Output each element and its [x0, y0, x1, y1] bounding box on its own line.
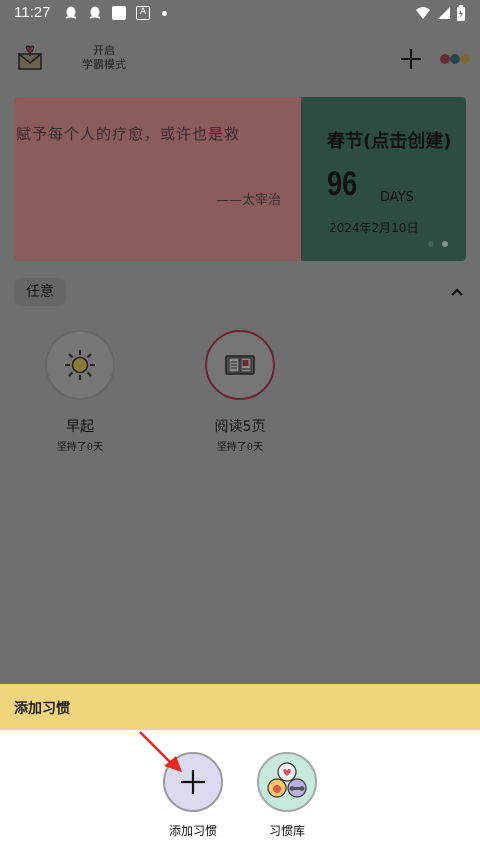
more-dot-red-icon: [440, 54, 450, 64]
signal-icon: [438, 7, 450, 19]
habit-item-early-rise[interactable]: 早起 坚持了0天: [20, 330, 140, 453]
habit-library-icon: [267, 762, 307, 798]
quote-text: 赋予每个人的疗愈，或许也是救: [16, 125, 241, 143]
qq-icon: [65, 6, 77, 19]
battery-icon: [457, 5, 465, 21]
more-notifications-dot-icon: [162, 11, 167, 16]
habit-streak: 坚持了0天: [216, 442, 264, 453]
pointer-arrow-icon: [139, 731, 182, 772]
keyboard-notification-icon: A: [136, 6, 150, 20]
habit-library-button[interactable]: [257, 752, 317, 812]
more-dot-blue-icon: [450, 54, 460, 64]
sun-icon: [65, 350, 95, 380]
book-icon: [225, 355, 255, 375]
study-mode-toggle[interactable]: 开启 学霸模式: [78, 44, 130, 72]
status-time: 11:27: [14, 4, 51, 21]
chevron-up-icon[interactable]: [449, 284, 465, 300]
habit-library-option[interactable]: 习惯库: [242, 752, 332, 839]
habit-streak: 坚持了0天: [56, 442, 104, 453]
habit-item-read[interactable]: 阅读5页 坚持了0天: [180, 330, 300, 453]
countdown-unit: DAYS: [380, 190, 414, 205]
app-notification-icon: [112, 6, 126, 20]
bottom-sheet-header: 添加习惯: [0, 684, 480, 730]
countdown-title: 春节(点击创建): [327, 131, 452, 152]
wifi-icon: [416, 7, 430, 19]
quote-author: ——太宰治: [215, 193, 281, 208]
countdown-days: 96: [327, 165, 358, 203]
habit-name: 阅读5页: [214, 419, 266, 435]
bottom-sheet-title: 添加习惯: [14, 701, 70, 717]
qq-icon: [89, 6, 101, 19]
habit-icon-button[interactable]: [45, 330, 115, 400]
add-icon[interactable]: [398, 46, 424, 72]
habit-filter-chip[interactable]: 任意: [14, 278, 66, 306]
more-options-button[interactable]: [440, 52, 470, 66]
envelope-heart-logo-icon: [18, 45, 42, 70]
countdown-card[interactable]: 春节(点击创建) 96 DAYS 2024年2月10日: [301, 97, 466, 261]
pager-dot-active: [442, 241, 448, 247]
quote-card: 赋予每个人的疗愈，或许也是救 ——太宰治: [14, 97, 301, 261]
bottom-sheet: 添加习惯 习惯库: [0, 730, 480, 855]
pager-dot: [428, 241, 434, 247]
habit-icon-button[interactable]: [205, 330, 275, 400]
habit-name: 早起: [66, 419, 94, 435]
habit-library-label: 习惯库: [268, 824, 305, 838]
banner-carousel[interactable]: 赋予每个人的疗愈，或许也是救 ——太宰治 春节(点击创建) 96 DAYS 20…: [14, 97, 466, 261]
add-habit-label: 添加习惯: [168, 824, 217, 838]
mode-toggle-line2: 学霸模式: [82, 58, 126, 71]
countdown-date: 2024年2月10日: [329, 221, 419, 235]
mode-toggle-line1: 开启: [93, 44, 115, 57]
status-bar: 11:27 A: [0, 0, 480, 28]
more-dot-yellow-icon: [460, 54, 470, 64]
app-header: 开启 学霸模式: [0, 28, 480, 92]
